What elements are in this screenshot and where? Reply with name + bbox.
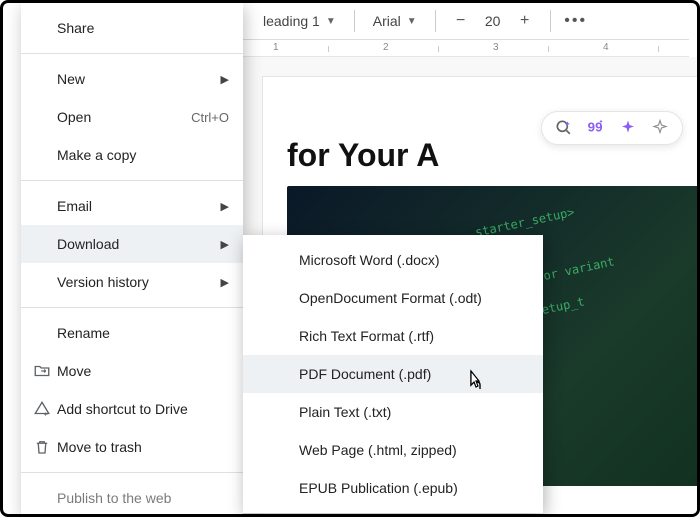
font-size-value[interactable]: 20 bbox=[480, 13, 506, 29]
menu-label: Publish to the web bbox=[57, 490, 229, 506]
trash-icon bbox=[33, 438, 57, 456]
menu-item-new[interactable]: New ▶ bbox=[21, 60, 243, 98]
submenu-item-rtf[interactable]: Rich Text Format (.rtf) bbox=[243, 317, 543, 355]
toolbar-separator bbox=[435, 10, 436, 32]
drive-shortcut-icon: + bbox=[33, 400, 57, 418]
more-toolbar-button[interactable]: ••• bbox=[563, 8, 589, 34]
menu-label: Make a copy bbox=[57, 147, 229, 163]
menu-item-move[interactable]: Move bbox=[21, 352, 243, 390]
submenu-label: OpenDocument Format (.odt) bbox=[299, 290, 482, 306]
submenu-arrow-icon: ▶ bbox=[221, 276, 229, 289]
quote-sparkle-icon[interactable]: 99 bbox=[586, 118, 606, 138]
toolbar-separator bbox=[354, 10, 355, 32]
submenu-label: Rich Text Format (.rtf) bbox=[299, 328, 434, 344]
ai-suggestion-bubble[interactable]: 99 bbox=[541, 111, 683, 145]
menu-item-share[interactable]: Share bbox=[21, 9, 243, 47]
submenu-label: EPUB Publication (.epub) bbox=[299, 480, 458, 496]
font-family-label: Arial bbox=[373, 13, 401, 29]
submenu-arrow-icon: ▶ bbox=[221, 200, 229, 213]
menu-item-move-to-trash[interactable]: Move to trash bbox=[21, 428, 243, 466]
toolbar-separator bbox=[550, 10, 551, 32]
menu-item-make-copy[interactable]: Make a copy bbox=[21, 136, 243, 174]
decrease-font-size-button[interactable]: − bbox=[448, 8, 474, 34]
menu-label: Version history bbox=[57, 274, 221, 290]
file-menu: Share New ▶ Open Ctrl+O Make a copy Emai… bbox=[21, 3, 243, 517]
menu-label: Move to trash bbox=[57, 439, 229, 455]
paragraph-style-dropdown[interactable]: leading 1 ▼ bbox=[257, 9, 342, 33]
submenu-item-pdf[interactable]: PDF Document (.pdf) bbox=[243, 355, 543, 393]
font-family-dropdown[interactable]: Arial ▼ bbox=[367, 9, 423, 33]
ruler-number: 3 bbox=[493, 42, 499, 53]
submenu-item-txt[interactable]: Plain Text (.txt) bbox=[243, 393, 543, 431]
menu-separator bbox=[21, 180, 243, 181]
submenu-label: Microsoft Word (.docx) bbox=[299, 252, 440, 268]
ruler: 1 2 3 4 bbox=[243, 39, 689, 57]
chevron-down-icon: ▼ bbox=[326, 16, 336, 27]
menu-label: Download bbox=[57, 236, 221, 252]
submenu-item-epub[interactable]: EPUB Publication (.epub) bbox=[243, 469, 543, 507]
menu-separator bbox=[21, 472, 243, 473]
menu-separator bbox=[21, 53, 243, 54]
menu-label: Share bbox=[57, 20, 229, 36]
menu-label: New bbox=[57, 71, 221, 87]
paragraph-style-label: leading 1 bbox=[263, 13, 320, 29]
menu-item-publish[interactable]: Publish to the web bbox=[21, 479, 243, 517]
svg-text:+: + bbox=[44, 410, 49, 419]
menu-label: Move bbox=[57, 363, 229, 379]
sparkle-icon[interactable] bbox=[618, 118, 638, 138]
submenu-arrow-icon: ▶ bbox=[221, 238, 229, 251]
menu-separator bbox=[21, 307, 243, 308]
menu-item-rename[interactable]: Rename bbox=[21, 314, 243, 352]
menu-label: Open bbox=[57, 109, 191, 125]
menu-item-add-shortcut[interactable]: + Add shortcut to Drive bbox=[21, 390, 243, 428]
submenu-label: Plain Text (.txt) bbox=[299, 404, 391, 420]
ruler-number: 2 bbox=[383, 42, 389, 53]
menu-item-version-history[interactable]: Version history ▶ bbox=[21, 263, 243, 301]
menu-item-download[interactable]: Download ▶ bbox=[21, 225, 243, 263]
menu-label: Rename bbox=[57, 325, 229, 341]
submenu-label: PDF Document (.pdf) bbox=[299, 366, 431, 382]
menu-label: Email bbox=[57, 198, 221, 214]
submenu-item-html[interactable]: Web Page (.html, zipped) bbox=[243, 431, 543, 469]
sparkle-outline-icon[interactable] bbox=[650, 118, 670, 138]
ruler-number: 1 bbox=[273, 42, 279, 53]
menu-label: Add shortcut to Drive bbox=[57, 401, 229, 417]
folder-move-icon bbox=[33, 362, 57, 380]
menu-item-open[interactable]: Open Ctrl+O bbox=[21, 98, 243, 136]
submenu-arrow-icon: ▶ bbox=[221, 73, 229, 86]
chevron-down-icon: ▼ bbox=[407, 16, 417, 27]
menu-shortcut: Ctrl+O bbox=[191, 110, 229, 125]
submenu-item-docx[interactable]: Microsoft Word (.docx) bbox=[243, 241, 543, 279]
submenu-item-odt[interactable]: OpenDocument Format (.odt) bbox=[243, 279, 543, 317]
menu-item-email[interactable]: Email ▶ bbox=[21, 187, 243, 225]
ruler-number: 4 bbox=[603, 42, 609, 53]
search-sparkle-icon[interactable] bbox=[554, 118, 574, 138]
increase-font-size-button[interactable]: + bbox=[512, 8, 538, 34]
download-submenu: Microsoft Word (.docx) OpenDocument Form… bbox=[243, 235, 543, 513]
submenu-label: Web Page (.html, zipped) bbox=[299, 442, 457, 458]
